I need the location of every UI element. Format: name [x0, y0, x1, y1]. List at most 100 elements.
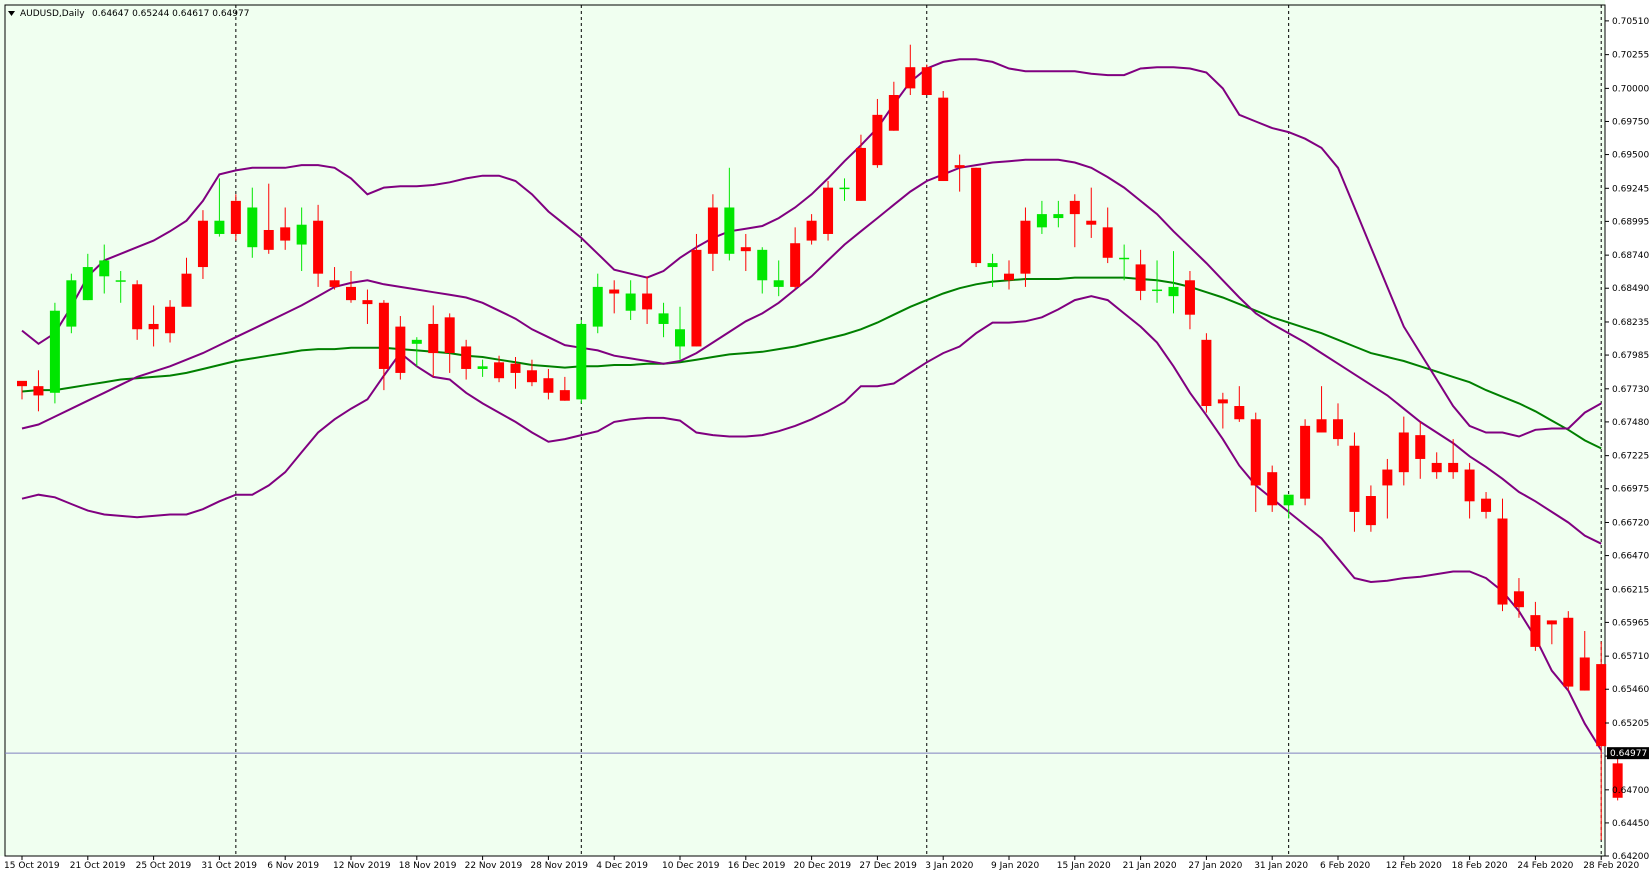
candle-body [1349, 445, 1360, 512]
price-tick-label: 0.69750 [1612, 117, 1649, 127]
time-tick-label: 15 Oct 2019 [4, 861, 60, 871]
candle-body [510, 363, 521, 373]
candle-body [1333, 419, 1343, 440]
time-tick-label: 21 Jan 2020 [1123, 861, 1177, 871]
candle-body [329, 280, 340, 287]
candle [971, 167, 982, 268]
candle-body [855, 147, 866, 201]
time-tick-label: 31 Jan 2020 [1254, 861, 1308, 871]
candle-body [1069, 200, 1080, 215]
candle-body [411, 339, 422, 344]
candle-body [362, 300, 373, 305]
candle-body [181, 273, 192, 307]
candle [921, 64, 932, 95]
chart-svg[interactable]: 0.70510 0.70255 0.70000 0.69750 0.69500 0.692… [0, 0, 1651, 871]
candle-body [592, 286, 603, 327]
candle-body [559, 390, 570, 401]
candle-body [1365, 496, 1376, 526]
candle-body [132, 284, 143, 330]
price-tick-label: 0.68740 [1612, 251, 1649, 261]
price-tick-label: 0.64700 [1612, 786, 1649, 796]
candle-body [1415, 435, 1426, 459]
candle [49, 302, 60, 404]
candle-body [346, 286, 356, 301]
price-tick-label: 0.65205 [1612, 719, 1649, 729]
time-tick-label: 12 Feb 2020 [1386, 861, 1442, 871]
candle-body [395, 326, 406, 373]
candle-body [954, 165, 965, 168]
time-tick-label: 12 Nov 2019 [333, 861, 391, 871]
time-tick-label: 28 Feb 2020 [1583, 861, 1639, 871]
candle-body [1004, 273, 1014, 281]
candle-body [839, 187, 850, 190]
candle-body [1481, 498, 1492, 512]
candle-body [938, 97, 949, 182]
candle-body [428, 323, 439, 354]
candle-body [1119, 257, 1130, 260]
candle-body [1267, 472, 1278, 506]
candle-body [477, 366, 488, 369]
candle [823, 181, 834, 241]
candle-body [197, 220, 208, 268]
candle-body [66, 280, 77, 327]
time-tick-label: 18 Feb 2020 [1452, 861, 1508, 871]
time-tick-label: 22 Nov 2019 [465, 861, 523, 871]
candle [1300, 419, 1311, 506]
price-tick-label: 0.67225 [1612, 452, 1649, 462]
candle-body [99, 260, 110, 277]
candle [66, 273, 77, 334]
candle-body [773, 280, 784, 287]
candle-body [214, 220, 225, 234]
candle-body [823, 187, 834, 234]
price-tick-label: 0.69500 [1612, 151, 1649, 161]
candle-body [1168, 286, 1179, 297]
candle-body [494, 362, 505, 379]
candle-body [1217, 399, 1228, 404]
ohlc-label: 0.64647 0.65244 0.64617 0.64977 [92, 9, 249, 19]
price-tick-label: 0.64450 [1612, 819, 1649, 829]
candle-body [296, 224, 307, 245]
candle-body [1431, 462, 1442, 473]
candle-body [658, 313, 669, 324]
time-tick-label: 10 Dec 2019 [662, 861, 720, 871]
time-tick-label: 31 Oct 2019 [201, 861, 257, 871]
candle-body [691, 249, 702, 347]
candle-body [543, 378, 554, 393]
time-axis: 15 Oct 2019 21 Oct 2019 25 Oct 2019 31 Oct … [4, 856, 1639, 871]
candle-body [987, 263, 998, 268]
candle-body [49, 310, 60, 393]
candle-body [247, 207, 258, 248]
candle-body [1053, 214, 1064, 219]
time-tick-label: 24 Feb 2020 [1517, 861, 1573, 871]
candle-body [1546, 620, 1557, 625]
candle-body [444, 317, 455, 354]
candle [230, 194, 241, 241]
price-tick-label: 0.66215 [1612, 585, 1649, 595]
candle-body [1201, 339, 1212, 407]
price-axis: 0.70510 0.70255 0.70000 0.69750 0.69500 0.692… [1605, 17, 1649, 862]
candle [938, 91, 949, 182]
time-tick-label: 21 Oct 2019 [70, 861, 126, 871]
candle-body [263, 229, 274, 250]
candle [1201, 333, 1212, 413]
candle-body [1086, 220, 1097, 225]
price-tick-label: 0.68490 [1612, 284, 1649, 294]
candle-body [1563, 617, 1574, 687]
candle-body [1448, 462, 1459, 473]
time-tick-label: 16 Dec 2019 [728, 861, 786, 871]
candle-body [461, 346, 472, 369]
price-tick-label: 0.65710 [1612, 652, 1649, 662]
candle-body [378, 302, 389, 369]
candle-body [1135, 264, 1146, 291]
candle-body [1316, 419, 1327, 433]
candle-body [806, 220, 817, 241]
candle-body [17, 380, 27, 387]
price-tick-label: 0.68235 [1612, 318, 1649, 328]
time-tick-label: 6 Nov 2019 [267, 861, 319, 871]
symbol-label: AUDUSD,Daily [20, 9, 85, 19]
time-tick-label: 15 Jan 2020 [1057, 861, 1111, 871]
chart-window[interactable]: 0.70510 0.70255 0.70000 0.69750 0.69500 0.692… [0, 0, 1651, 871]
price-tick-label: 0.66470 [1612, 552, 1649, 562]
price-tick-label: 0.65460 [1612, 685, 1649, 695]
candle [1563, 611, 1574, 691]
